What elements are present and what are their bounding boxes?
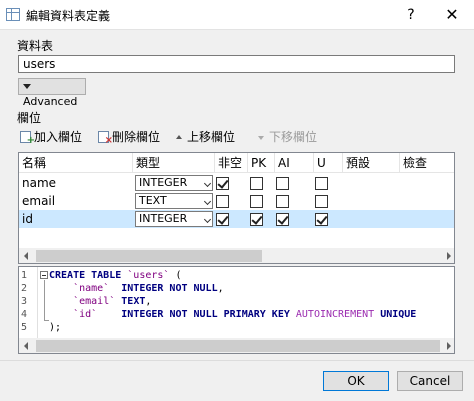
help-button[interactable]: ? <box>397 3 425 27</box>
scroll-left-icon[interactable] <box>24 342 28 350</box>
column-header-u[interactable]: U <box>314 153 343 173</box>
column-header-name[interactable]: 名稱 <box>19 153 133 173</box>
move-up-button[interactable]: 上移欄位 <box>176 128 235 146</box>
scroll-right-icon[interactable] <box>447 252 451 260</box>
column-header-ai[interactable]: AI <box>275 153 314 173</box>
fields-label: 欄位 <box>17 111 42 125</box>
ai-checkbox[interactable] <box>276 195 289 208</box>
remove-field-button[interactable]: 刪除欄位 <box>98 128 160 146</box>
chevron-down-icon <box>203 215 212 224</box>
add-field-icon <box>20 131 35 146</box>
line-number: 1 <box>21 270 28 281</box>
unique-checkbox[interactable] <box>315 213 328 226</box>
sql-identifier: `users` <box>127 270 170 281</box>
ok-button[interactable]: OK <box>323 371 389 391</box>
fold-guide <box>44 280 45 320</box>
unique-checkbox[interactable] <box>315 195 328 208</box>
code-line-1: CREATE TABLE `users` ( <box>49 269 181 282</box>
column-header-check[interactable]: 檢查 <box>400 153 454 173</box>
field-type-select[interactable]: INTEGER <box>135 211 213 227</box>
table-icon <box>6 8 20 21</box>
add-field-button[interactable]: 加入欄位 <box>20 128 82 146</box>
sql-punct: ( <box>169 270 182 281</box>
cancel-button[interactable]: Cancel <box>397 371 463 391</box>
scrollbar-thumb[interactable] <box>36 250 262 262</box>
sql-keyword: TEXT <box>121 296 146 307</box>
footer-divider <box>0 360 474 361</box>
not-null-checkbox[interactable] <box>216 177 229 190</box>
title-bar: 編輯資料表定義 ? ✕ <box>0 0 474 30</box>
grid-header: 名稱 類型 非空 PK AI U 預設 檢查 <box>19 153 454 173</box>
table-name-input[interactable]: users <box>18 55 455 73</box>
field-type-select[interactable]: TEXT <box>135 193 213 209</box>
pk-checkbox[interactable] <box>250 195 263 208</box>
add-field-label: 加入欄位 <box>34 130 83 144</box>
field-type-value: INTEGER <box>139 212 188 225</box>
ai-checkbox[interactable] <box>276 213 289 226</box>
ai-checkbox[interactable] <box>276 177 289 190</box>
scroll-left-icon[interactable] <box>24 252 28 260</box>
pk-checkbox[interactable] <box>250 177 263 190</box>
pk-checkbox[interactable] <box>250 213 263 226</box>
column-header-pk[interactable]: PK <box>248 153 275 173</box>
field-row[interactable]: name INTEGER <box>19 174 454 192</box>
column-header-not-null[interactable]: 非空 <box>215 153 248 173</box>
field-name[interactable]: name <box>19 174 56 192</box>
triangle-down-icon <box>23 84 31 89</box>
sql-identifier: `email` <box>73 296 116 307</box>
arrow-up-icon <box>176 135 182 139</box>
field-type-value: INTEGER <box>139 176 188 189</box>
sql-keyword: INTEGER NOT NULL <box>121 283 218 294</box>
line-number: 4 <box>21 309 28 320</box>
column-header-default[interactable]: 預設 <box>343 153 400 173</box>
not-null-checkbox[interactable] <box>216 213 229 226</box>
sql-punct: , <box>217 283 224 294</box>
field-name[interactable]: email <box>19 192 55 210</box>
chevron-down-icon <box>203 179 212 188</box>
sql-punct: ); <box>49 322 62 333</box>
sql-identifier: `name` <box>73 283 110 294</box>
field-name[interactable]: id <box>19 210 33 228</box>
sql-punct: , <box>145 296 152 307</box>
window-title: 編輯資料表定義 <box>26 9 111 23</box>
chevron-down-icon <box>203 197 212 206</box>
sql-keyword: CREATE TABLE <box>49 270 122 281</box>
arrow-down-icon <box>258 136 264 140</box>
code-line-2: `name` INTEGER NOT NULL, <box>49 282 224 295</box>
advanced-button[interactable]: Advanced <box>18 78 86 108</box>
move-up-label: 上移欄位 <box>187 130 236 144</box>
sql-preview-editor[interactable]: 1 2 3 4 5 CREATE TABLE `users` ( `name` … <box>18 266 455 354</box>
sql-keyword: INTEGER NOT NULL PRIMARY KEY <box>121 309 290 320</box>
move-down-button[interactable]: 下移欄位 <box>258 128 317 146</box>
grid-horizontal-scrollbar[interactable] <box>19 248 454 263</box>
move-down-label: 下移欄位 <box>269 130 318 144</box>
close-button[interactable]: ✕ <box>432 3 472 27</box>
line-number: 5 <box>21 322 28 333</box>
not-null-checkbox[interactable] <box>216 195 229 208</box>
code-line-4: `id` INTEGER NOT NULL PRIMARY KEY AUTOIN… <box>49 308 416 321</box>
advanced-button-label: Advanced <box>23 95 78 108</box>
sql-identifier: `id` <box>73 309 98 320</box>
field-row-selected[interactable]: id INTEGER <box>19 210 454 228</box>
scroll-right-icon[interactable] <box>447 342 451 350</box>
line-number: 3 <box>21 296 28 307</box>
fields-grid: 名稱 類型 非空 PK AI U 預設 檢查 name INTEGER emai… <box>18 152 455 264</box>
table-name-label: 資料表 <box>17 39 54 53</box>
line-number-gutter: 1 2 3 4 5 <box>19 267 38 338</box>
scrollbar-thumb[interactable] <box>36 340 440 352</box>
code-line-3: `email` TEXT, <box>49 295 151 308</box>
editor-horizontal-scrollbar[interactable] <box>19 338 454 353</box>
sql-keyword: UNIQUE <box>380 309 417 320</box>
remove-field-icon <box>98 131 113 146</box>
unique-checkbox[interactable] <box>315 177 328 190</box>
field-row[interactable]: email TEXT <box>19 192 454 210</box>
sql-keyword-autoincrement: AUTOINCREMENT <box>295 309 375 320</box>
field-type-value: TEXT <box>139 194 167 207</box>
remove-field-label: 刪除欄位 <box>112 130 161 144</box>
column-header-type[interactable]: 類型 <box>133 153 215 173</box>
field-type-select[interactable]: INTEGER <box>135 175 213 191</box>
code-line-5: ); <box>49 321 61 334</box>
line-number: 2 <box>21 283 28 294</box>
fold-toggle-icon[interactable] <box>40 271 48 279</box>
